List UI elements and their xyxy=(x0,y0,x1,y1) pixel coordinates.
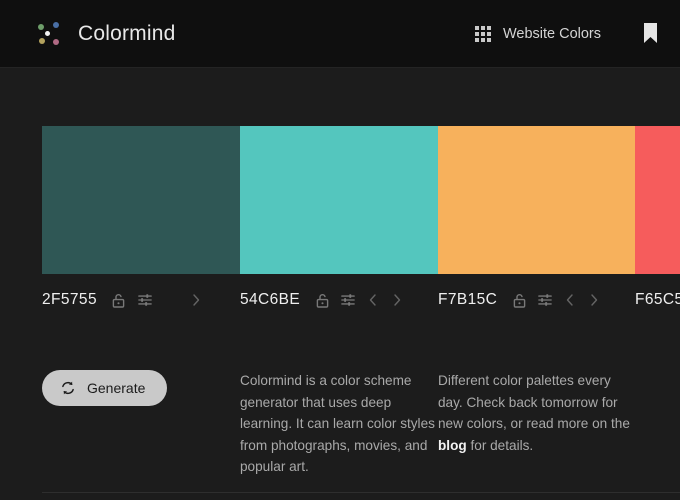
swatch-lock-button[interactable] xyxy=(509,290,529,310)
swatch-icon-group xyxy=(109,290,205,310)
swatch-next-button[interactable] xyxy=(388,290,406,310)
refresh-icon xyxy=(62,381,74,395)
news-line3: for details. xyxy=(466,437,534,453)
swatch-tune-button[interactable] xyxy=(338,290,358,310)
blog-link[interactable]: blog xyxy=(438,438,467,453)
news-text: Different color palettes every day. Chec… xyxy=(438,370,638,478)
swatch-next-button[interactable] xyxy=(585,290,603,310)
swatch-control-group: F7B15C xyxy=(438,288,635,312)
chevron-right-icon xyxy=(591,294,598,306)
lower-section: Generate Colormind is a color scheme gen… xyxy=(42,370,680,478)
generate-button-label: Generate xyxy=(87,380,146,396)
color-swatch[interactable] xyxy=(438,126,635,274)
brand-name: Colormind xyxy=(78,21,176,45)
chevron-left-icon xyxy=(567,294,573,306)
color-palette xyxy=(42,126,680,274)
nav-website-colors[interactable]: Website Colors xyxy=(459,25,617,42)
swatch-lock-button[interactable] xyxy=(312,290,332,310)
color-swatch[interactable] xyxy=(42,126,240,274)
swatch-next-button[interactable] xyxy=(187,290,205,310)
lock-open-icon xyxy=(113,293,125,308)
swatch-icon-group xyxy=(312,290,406,310)
swatch-lock-button[interactable] xyxy=(109,290,129,310)
nav-website-colors-label: Website Colors xyxy=(502,25,601,42)
generate-column: Generate xyxy=(42,370,240,478)
swatch-prev-button[interactable] xyxy=(561,290,579,310)
swatch-hex-label[interactable]: F65C5C xyxy=(635,291,680,309)
chevron-left-icon xyxy=(165,293,177,307)
swatch-control-group: 54C6BE xyxy=(240,288,438,312)
brand-logo[interactable]: Colormind xyxy=(36,20,176,48)
colormind-dots-logo-icon xyxy=(36,20,64,48)
color-swatch[interactable] xyxy=(240,126,438,274)
swatch-hex-label[interactable]: 54C6BE xyxy=(240,291,300,309)
tune-icon xyxy=(138,294,152,306)
tune-icon xyxy=(341,294,355,306)
app-header: Colormind Website Colors xyxy=(0,0,680,68)
swatch-hex-label[interactable]: F7B15C xyxy=(438,291,497,309)
tune-icon xyxy=(538,294,553,306)
swatch-control-group: 2F5755 xyxy=(42,288,240,312)
footer-divider xyxy=(42,492,680,493)
bookmark-button[interactable] xyxy=(617,23,680,44)
chevron-right-icon xyxy=(394,294,401,306)
swatch-hex-label[interactable]: 2F5755 xyxy=(42,291,97,309)
swatch-prev-button[interactable] xyxy=(364,290,382,310)
swatch-controls-row: 2F5755 54C6BE F7B15C F65C5C xyxy=(42,288,680,312)
bookmark-icon xyxy=(644,23,657,43)
chevron-right-icon xyxy=(193,294,200,306)
grid-icon xyxy=(474,25,491,42)
lock-open-icon xyxy=(316,293,328,308)
description-text: Colormind is a color scheme generator th… xyxy=(240,373,435,474)
header-nav: Website Colors xyxy=(459,23,680,44)
chevron-left-icon xyxy=(369,294,376,306)
generate-button[interactable]: Generate xyxy=(42,370,168,406)
swatch-icon-group xyxy=(509,290,603,310)
swatch-tune-button[interactable] xyxy=(535,290,555,310)
swatch-control-group: F65C5C xyxy=(635,288,680,312)
color-swatch[interactable] xyxy=(635,126,680,274)
lock-open-icon xyxy=(513,293,526,308)
swatch-tune-button[interactable] xyxy=(135,290,155,310)
